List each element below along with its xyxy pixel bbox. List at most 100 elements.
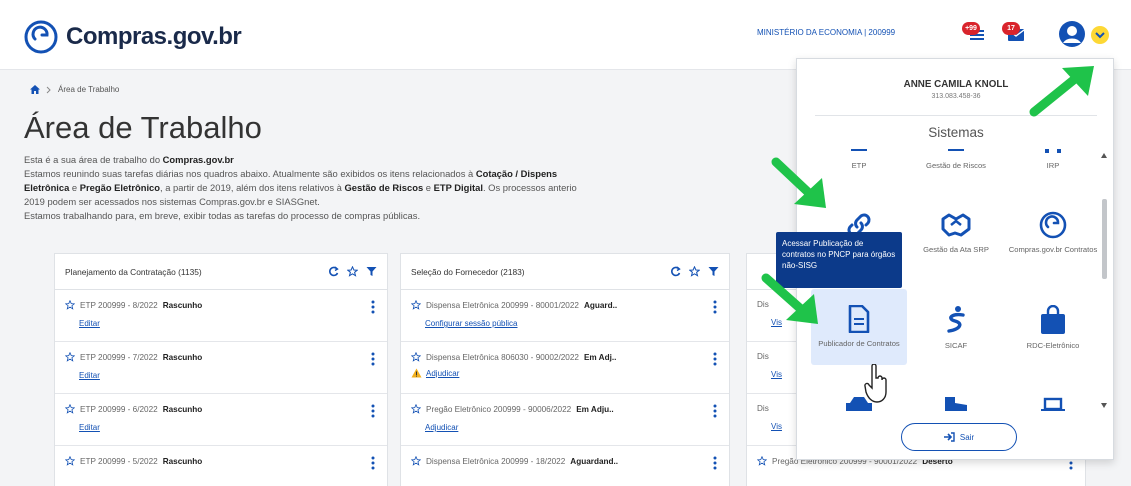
star-outline-icon[interactable] xyxy=(65,300,75,310)
star-outline-icon[interactable] xyxy=(411,404,421,414)
list-item[interactable]: ETP 200999 - 5/2022 Rascunho xyxy=(55,446,387,486)
user-menu-toggle[interactable] xyxy=(1091,26,1109,44)
star-outline-icon[interactable] xyxy=(65,456,75,466)
system-tile-bus[interactable] xyxy=(811,393,907,411)
panel-scrollbar-thumb[interactable] xyxy=(1102,199,1107,279)
system-tile-sicaf[interactable]: SICAF xyxy=(908,305,1004,351)
view-link[interactable]: Vis xyxy=(771,370,782,379)
item-text: Dis xyxy=(757,404,769,413)
list-item[interactable]: ETP 200999 - 8/2022 Rascunho Editar xyxy=(55,290,387,342)
breadcrumb: Área de Trabalho xyxy=(30,85,119,94)
more-options-icon[interactable] xyxy=(713,352,717,366)
system-tile-rdc[interactable]: RDC-Eletrônico xyxy=(1005,305,1101,351)
refresh-icon[interactable] xyxy=(328,266,339,277)
item-status: Rascunho xyxy=(162,456,203,466)
logout-button[interactable]: Sair xyxy=(901,423,1017,451)
star-icon[interactable] xyxy=(347,266,358,277)
more-options-icon[interactable] xyxy=(713,300,717,314)
user-avatar-icon[interactable] xyxy=(1058,20,1086,48)
planning-card: Planejamento da Contratação (1135) ETP 2… xyxy=(54,253,388,486)
list-item[interactable]: Dispensa Eletrônica 806030 - 90002/2022 … xyxy=(401,342,729,394)
star-outline-icon[interactable] xyxy=(411,456,421,466)
risk-management-icon xyxy=(948,149,964,151)
hand-cursor-icon xyxy=(864,364,887,403)
item-text: ETP 200999 - 6/2022 xyxy=(80,404,158,414)
item-text: ETP 200999 - 8/2022 xyxy=(80,300,158,310)
list-item[interactable]: Pregão Eletrônico 200999 - 90006/2022 Em… xyxy=(401,394,729,446)
compras-logo-icon xyxy=(24,20,58,54)
more-options-icon[interactable] xyxy=(371,352,375,366)
item-status: Rascunho xyxy=(162,404,203,414)
star-outline-icon[interactable] xyxy=(411,300,421,310)
edit-link[interactable]: Editar xyxy=(79,423,100,432)
list-item[interactable]: Dispensa Eletrônica 200999 - 80001/2022 … xyxy=(401,290,729,342)
laptop-icon xyxy=(1041,397,1065,411)
item-status: Rascunho xyxy=(162,300,203,310)
system-tile-truck[interactable] xyxy=(908,393,1004,411)
tile-label: Gestão da Ata SRP xyxy=(923,245,989,254)
star-outline-icon[interactable] xyxy=(411,352,421,362)
scroll-down-icon[interactable] xyxy=(1101,403,1107,408)
more-options-icon[interactable] xyxy=(713,404,717,418)
item-status: Em Adj.. xyxy=(583,352,617,362)
tile-label: Gestão de Riscos xyxy=(926,161,986,170)
star-outline-icon[interactable] xyxy=(65,352,75,362)
more-options-icon[interactable] xyxy=(371,300,375,314)
tile-label: Compras.gov.br Contratos xyxy=(1008,245,1098,254)
green-arrow-icon xyxy=(771,157,826,208)
system-tile-laptop[interactable] xyxy=(1005,393,1101,411)
configure-session-link[interactable]: Configurar sessão pública xyxy=(425,319,518,328)
system-tile-compras-contratos[interactable]: Compras.gov.br Contratos xyxy=(1005,211,1101,255)
adjudicate-link[interactable]: Adjudicar xyxy=(425,423,458,432)
list-item[interactable]: ETP 200999 - 7/2022 Rascunho Editar xyxy=(55,342,387,394)
home-icon[interactable] xyxy=(30,85,40,94)
refresh-icon[interactable] xyxy=(670,266,681,277)
etp-icon xyxy=(851,149,867,151)
mail-notification[interactable]: 17 xyxy=(1002,22,1030,46)
item-status: Aguard.. xyxy=(583,300,618,310)
messages-badge: +99 xyxy=(962,22,980,35)
system-tile-gestao-riscos[interactable]: Gestão de Riscos xyxy=(908,149,1004,171)
item-text: ETP 200999 - 7/2022 xyxy=(80,352,158,362)
page-title: Área de Trabalho xyxy=(24,110,262,145)
systems-title: Sistemas xyxy=(928,125,984,140)
chevron-down-icon xyxy=(1095,32,1105,39)
filter-icon[interactable] xyxy=(708,266,719,277)
star-outline-icon[interactable] xyxy=(65,404,75,414)
system-tile-publicador[interactable]: Publicador de Contratos xyxy=(811,289,907,365)
chevron-right-icon xyxy=(46,86,51,93)
messages-notification[interactable]: +99 xyxy=(962,22,990,46)
adjudicate-link[interactable]: Adjudicar xyxy=(426,369,459,378)
tile-label: SICAF xyxy=(944,341,968,350)
edit-link[interactable]: Editar xyxy=(79,319,100,328)
list-item[interactable]: Dispensa Eletrônica 200999 - 18/2022 Agu… xyxy=(401,446,729,486)
star-icon[interactable] xyxy=(689,266,700,277)
compras-logo-icon xyxy=(1039,211,1067,239)
tile-label: ETP xyxy=(851,161,867,170)
planning-card-header: Planejamento da Contratação (1135) xyxy=(55,254,387,290)
system-tile-irp[interactable]: IRP xyxy=(1005,149,1101,171)
warning-icon xyxy=(411,368,422,378)
compras-logo[interactable]: Compras.gov.br xyxy=(24,20,242,54)
system-tile-gestao-ata[interactable]: Gestão da Ata SRP xyxy=(908,211,1004,255)
scroll-up-icon[interactable] xyxy=(1101,153,1107,158)
edit-link[interactable]: Editar xyxy=(79,371,100,380)
tile-label: RDC-Eletrônico xyxy=(1026,341,1080,350)
mail-badge: 17 xyxy=(1002,22,1020,35)
view-link[interactable]: Vis xyxy=(771,422,782,431)
supplier-card: Seleção do Fornecedor (2183) Dispensa El… xyxy=(400,253,730,486)
item-text: Dis xyxy=(757,352,769,361)
filter-icon[interactable] xyxy=(366,266,377,277)
item-status: Em Adju.. xyxy=(576,404,614,414)
more-options-icon[interactable] xyxy=(371,456,375,470)
ministry-label[interactable]: MINISTÉRIO DA ECONOMIA | 200999 xyxy=(757,28,895,37)
item-text: Dispensa Eletrônica 806030 - 90002/2022 xyxy=(426,352,579,362)
item-text: ETP 200999 - 5/2022 xyxy=(80,456,158,466)
item-status: Aguardand.. xyxy=(570,456,619,466)
more-options-icon[interactable] xyxy=(371,404,375,418)
more-options-icon[interactable] xyxy=(713,456,717,470)
list-item[interactable]: ETP 200999 - 6/2022 Rascunho Editar xyxy=(55,394,387,446)
star-outline-icon[interactable] xyxy=(757,456,767,466)
planning-card-title: Planejamento da Contratação (1135) xyxy=(65,266,202,277)
intro-text: Esta é a sua área de trabalho do Compras… xyxy=(24,154,577,221)
